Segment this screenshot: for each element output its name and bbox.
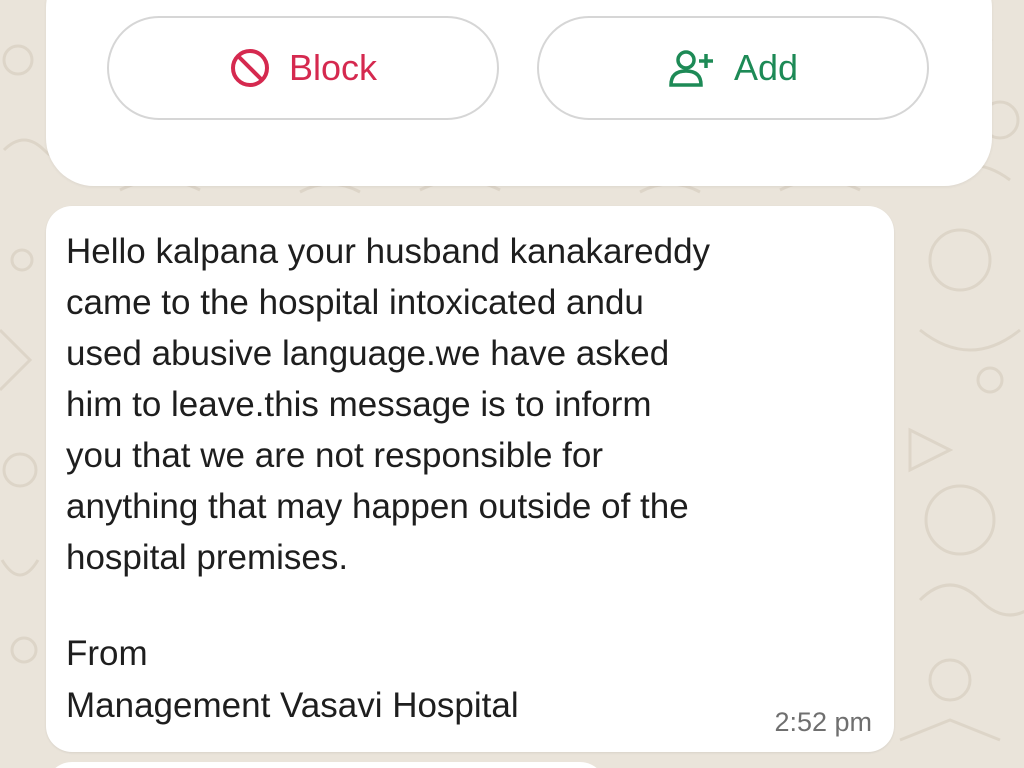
block-icon xyxy=(229,47,271,89)
add-contact-button[interactable]: Add xyxy=(537,16,929,120)
next-message-bubble xyxy=(46,762,606,768)
message-sender: Management Vasavi Hospital xyxy=(66,686,519,725)
message-from-label: From xyxy=(66,634,148,673)
message-timestamp: 2:52 pm xyxy=(774,707,872,737)
message-bubble[interactable]: Hello kalpana your husband kanakareddy c… xyxy=(46,206,894,752)
block-button-label: Block xyxy=(288,47,378,88)
message-body: Hello kalpana your husband kanakareddy c… xyxy=(66,232,711,577)
block-button[interactable]: Block xyxy=(107,16,499,120)
add-person-icon xyxy=(668,48,716,88)
add-button-label: Add xyxy=(733,47,799,88)
